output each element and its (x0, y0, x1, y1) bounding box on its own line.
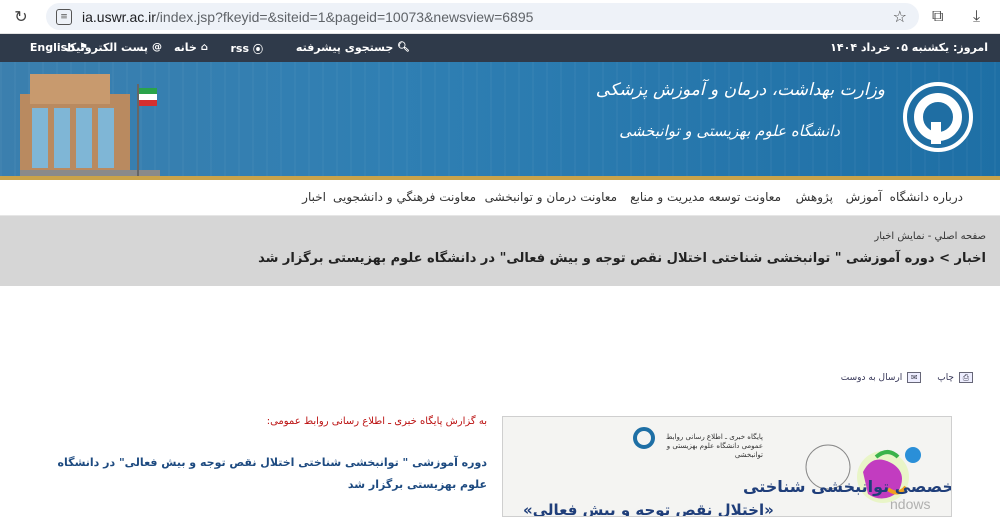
top-bar: امروز: يكشنبه ۰۵ خرداد ۱۴۰۴ 🔍︎ جستجوی پیش… (0, 34, 1000, 62)
home-icon: ⌂ (200, 42, 208, 53)
breadcrumb-section: صفحه اصلي - نمایش اخبار اخبار > دوره آمو… (0, 216, 1000, 286)
activation-watermark: ndows (890, 496, 931, 512)
university-title: دانشگاه علوم بهزیستی و توانبخشی (619, 122, 840, 140)
reload-icon[interactable]: ↻ (8, 4, 34, 30)
flag-icon: ⚑ (79, 42, 88, 53)
article-tools: ⎙ چاپ ✉ ارسال به دوست (841, 372, 973, 383)
rss-link[interactable]: ⦿ rss (230, 41, 263, 56)
home-label: خانه (173, 41, 197, 54)
page-title: اخبار > دوره آموزشی " توانبخشی شناختی اخ… (258, 251, 986, 266)
rss-icon: ⦿ (253, 45, 263, 56)
nav-treatment[interactable]: معاونت درمان و توانبخشی (485, 190, 617, 204)
address-bar[interactable]: ≡ ia.uswr.ac.ir/index.jsp?fkeyid=&siteid… (46, 3, 919, 30)
news-source: به گزارش پایگاه خبری ـ اطلاع رسانی روابط… (266, 416, 487, 427)
poster-org: پایگاه خبری ـ اطلاع رسانی روابط عمومی دا… (666, 433, 763, 459)
download-icon[interactable]: ⤓ (973, 6, 980, 26)
print-label: چاپ (937, 372, 954, 383)
url-path: /index.jsp?fkeyid=&siteid=1&pageid=10073… (155, 8, 534, 25)
send-to-friend-link[interactable]: ✉ ارسال به دوست (840, 372, 922, 383)
breadcrumb-separator: - (927, 231, 932, 242)
nav-culture[interactable]: معاونت فرهنگي و دانشجويی (333, 190, 476, 204)
nav-about[interactable]: درباره دانشگاه (890, 190, 963, 204)
article-lead: دوره آموزشی " توانبخشی شناختی اختلال نقص… (57, 456, 487, 491)
nav-education[interactable]: آموزش (846, 190, 882, 204)
at-icon: @ (152, 42, 162, 53)
poster-logo (633, 427, 655, 449)
date-text: امروز: يكشنبه ۰۵ خرداد ۱۴۰۴ (830, 41, 988, 54)
news-poster-image: پایگاه خبری ـ اطلاع رسانی روابط عمومی دا… (502, 416, 952, 517)
advanced-search-label: جستجوی پیشرفته (295, 41, 394, 54)
send-label: ارسال به دوست (840, 372, 903, 383)
english-label: English (29, 41, 76, 54)
home-link[interactable]: ⌂ خانه (174, 41, 208, 54)
url-text[interactable]: ia.uswr.ac.ir/index.jsp?fkeyid=&siteid=1… (82, 9, 533, 25)
bookmark-star-icon[interactable]: ☆ (893, 7, 907, 26)
breadcrumb-home[interactable]: صفحه اصلي (935, 231, 986, 242)
breadcrumb: صفحه اصلي - نمایش اخبار (874, 231, 986, 242)
site-info-icon[interactable]: ≡ (56, 8, 72, 25)
today-date: امروز: يكشنبه ۰۵ خرداد ۱۴۰۴ (830, 41, 988, 54)
site-banner: وزارت بهداشت، درمان و آموزش پزشکی دانشگا… (0, 62, 1000, 180)
campus-building-image (20, 74, 160, 176)
nav-news[interactable]: اخبار (302, 190, 326, 204)
browser-toolbar: ↻ ≡ ia.uswr.ac.ir/index.jsp?fkeyid=&site… (0, 0, 1000, 34)
main-nav: درباره دانشگاه آموزش پژوهش معاونت توسعه … (0, 180, 1000, 216)
printer-icon: ⎙ (959, 372, 973, 383)
poster-line2: «اختلال نقص توجه و بیش فعالی» (523, 501, 774, 517)
nav-research[interactable]: پژوهش (796, 190, 833, 204)
advanced-search-link[interactable]: 🔍︎ جستجوی پیشرفته (296, 41, 410, 54)
ministry-title: وزارت بهداشت، درمان و آموزش پزشکی (595, 80, 885, 100)
university-logo[interactable] (903, 82, 973, 152)
english-link[interactable]: ⚑ English (30, 41, 88, 54)
search-icon: 🔍︎ (397, 42, 410, 53)
poster-line1: دوره تخصصی توانبخشی شناختی (743, 477, 951, 496)
envelope-icon: ✉ (907, 372, 922, 383)
rss-label: rss (230, 42, 249, 55)
nav-management[interactable]: معاونت توسعه مدیریت و منابع (630, 190, 781, 204)
extensions-icon[interactable]: ⧉ (932, 6, 943, 26)
breadcrumb-current: نمایش اخبار (874, 231, 925, 242)
print-link[interactable]: ⎙ چاپ (937, 372, 973, 383)
url-host: ia.uswr.ac.ir (82, 8, 156, 25)
